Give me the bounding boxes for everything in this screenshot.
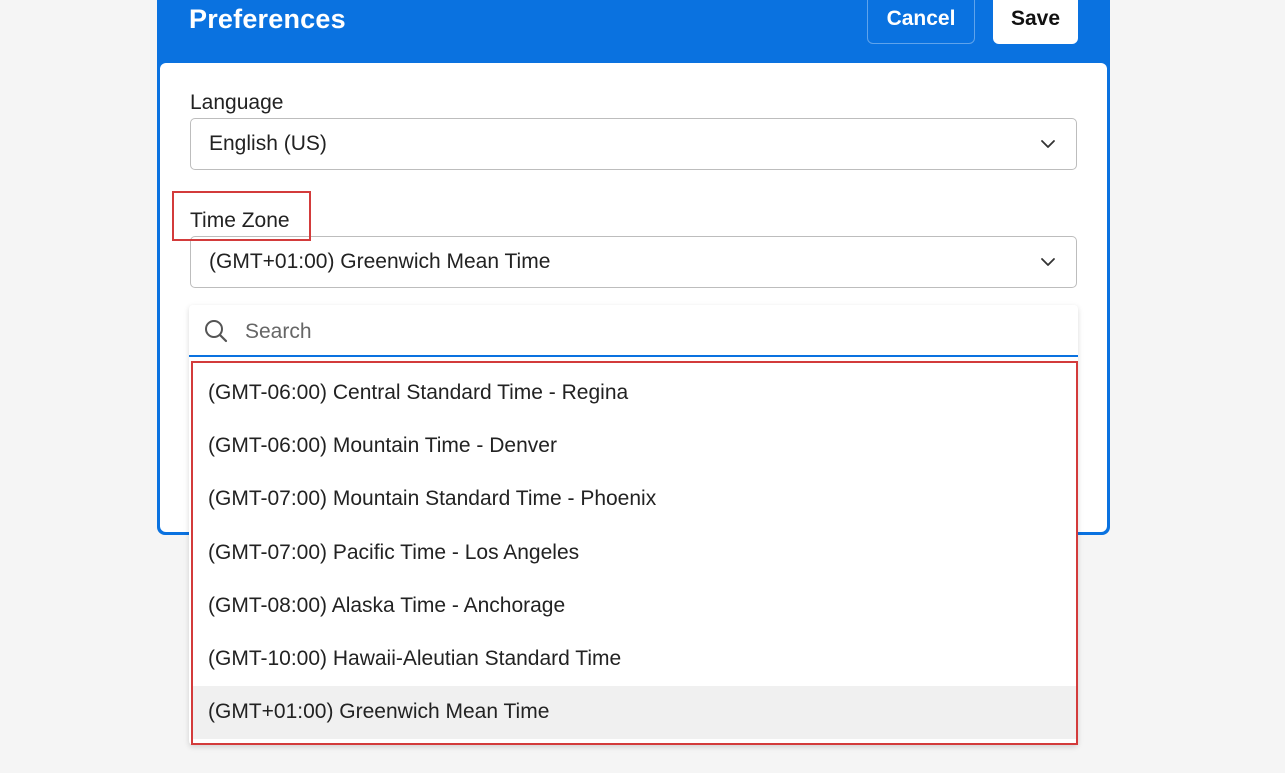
- timezone-label-highlight: [172, 191, 311, 241]
- save-button[interactable]: Save: [993, 0, 1078, 44]
- timezone-options-list: (GMT-06:00) Central Standard Time - Regi…: [193, 366, 1076, 740]
- timezone-option[interactable]: (GMT+01:00) Greenwich Mean Time: [193, 685, 1076, 740]
- language-select-value: English (US): [209, 132, 327, 155]
- timezone-option[interactable]: (GMT-07:00) Pacific Time - Los Angeles: [193, 526, 1076, 579]
- timezone-select-value: (GMT+01:00) Greenwich Mean Time: [209, 250, 551, 273]
- timezone-select[interactable]: (GMT+01:00) Greenwich Mean Time: [190, 236, 1077, 288]
- timezone-options-highlight: (GMT-06:00) Central Standard Time - Regi…: [191, 361, 1078, 745]
- search-input[interactable]: [243, 313, 1047, 351]
- chevron-down-icon: [1041, 258, 1055, 266]
- cancel-button[interactable]: Cancel: [867, 0, 975, 44]
- language-label: Language: [190, 91, 284, 114]
- dropdown-search: [189, 305, 1078, 357]
- language-select[interactable]: English (US): [190, 118, 1077, 170]
- page-title: Preferences: [189, 4, 346, 34]
- timezone-option[interactable]: (GMT-08:00) Alaska Time - Anchorage: [193, 579, 1076, 632]
- search-icon: [205, 320, 228, 343]
- chevron-down-icon: [1041, 140, 1055, 148]
- timezone-option[interactable]: (GMT-10:00) Hawaii-Aleutian Standard Tim…: [193, 632, 1076, 685]
- timezone-option[interactable]: (GMT-06:00) Central Standard Time - Regi…: [193, 366, 1076, 419]
- timezone-option[interactable]: (GMT-06:00) Mountain Time - Denver: [193, 419, 1076, 472]
- timezone-option[interactable]: (GMT-07:00) Mountain Standard Time - Pho…: [193, 473, 1076, 526]
